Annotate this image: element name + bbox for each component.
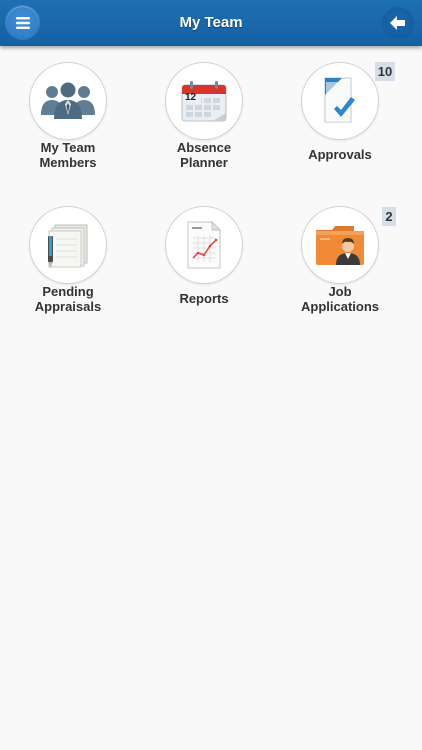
- tile-label: Absence Planner: [176, 140, 232, 170]
- tile-label: Job Applications: [300, 284, 379, 314]
- report-chart-icon: [187, 220, 222, 269]
- folder-person-icon: [316, 226, 364, 265]
- notepad-pen-icon: [48, 224, 88, 268]
- tile-icon-circle: [29, 62, 107, 140]
- tile-my-team-members[interactable]: My Team Members: [3, 62, 133, 192]
- approvals-count-badge: 10: [375, 62, 395, 81]
- team-people-icon: [41, 82, 95, 119]
- job-applications-count-badge: 2: [382, 207, 396, 226]
- tile-icon-circle: [165, 206, 243, 284]
- calendar-day-number: 12: [185, 92, 197, 103]
- tile-icon-circle: [29, 206, 107, 284]
- tile-label: Pending Appraisals: [34, 284, 102, 314]
- tile-reports[interactable]: Reports: [139, 206, 269, 336]
- tile-label: Reports: [179, 291, 229, 306]
- app-header: My Team: [0, 0, 422, 46]
- tile-absence-planner[interactable]: 12 Absence Planner: [139, 62, 269, 192]
- tile-label: Approvals: [308, 147, 372, 162]
- tile-approvals[interactable]: Approvals 10: [275, 62, 405, 192]
- back-button[interactable]: [382, 7, 414, 39]
- page-title: My Team: [179, 14, 243, 31]
- tile-job-applications[interactable]: Job Applications 2: [275, 206, 405, 336]
- document-check-icon: [324, 77, 355, 123]
- tile-icon-circle: [301, 206, 379, 284]
- arrow-left-icon: [390, 16, 405, 30]
- tile-label: My Team Members: [39, 140, 97, 170]
- tile-icon-circle: 12: [165, 62, 243, 140]
- tile-pending-appraisals[interactable]: Pending Appraisals: [3, 206, 133, 336]
- tile-icon-circle: [301, 62, 379, 140]
